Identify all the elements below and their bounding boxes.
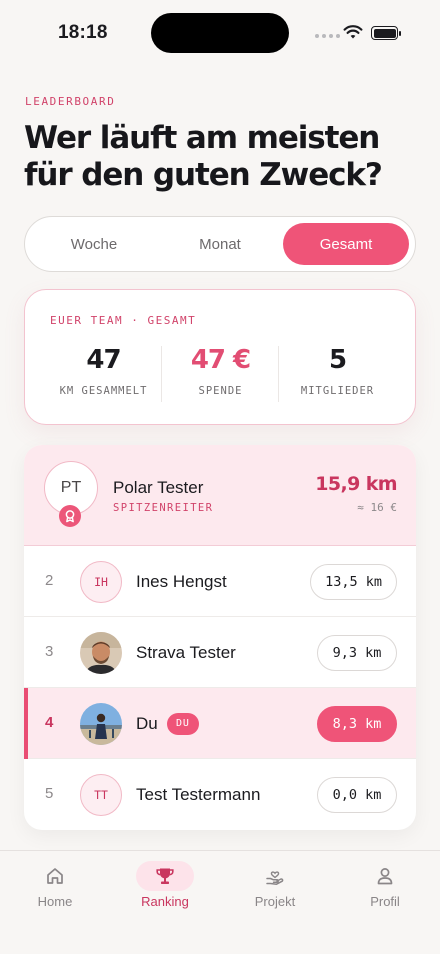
avatar-photo (80, 632, 122, 674)
participant-name: Du (136, 714, 158, 733)
leader-distance: 15,9 km (315, 473, 397, 495)
stat-members: 5 MITGLIEDER (279, 342, 396, 397)
distance-pill: 0,0 km (317, 777, 397, 813)
home-icon (47, 868, 63, 884)
tab-profil[interactable]: Profil (330, 859, 440, 923)
stat-value: 47 € (190, 345, 251, 375)
tab-monat[interactable]: Monat (157, 223, 283, 265)
dynamic-island (151, 13, 289, 53)
self-row-accent (24, 688, 28, 759)
rank-number: 3 (45, 643, 54, 660)
participant-name: Ines Hengst (136, 572, 227, 591)
wifi-icon (343, 25, 363, 39)
distance-pill: 8,3 km (317, 706, 397, 742)
trophy-icon (156, 868, 174, 884)
participant-name: Strava Tester (136, 643, 236, 662)
tab-label: Home (37, 894, 73, 909)
avatar-initials: TT (94, 788, 108, 802)
bottom-tab-bar: Home Ranking Projekt Profil (0, 850, 440, 954)
tab-label: Projekt (254, 894, 296, 909)
cellular-signal-icon (315, 34, 340, 38)
table-row[interactable]: 2 IH Ines Hengst 13,5 km (24, 546, 416, 617)
tab-ranking[interactable]: Ranking (110, 859, 220, 923)
table-row[interactable]: 3 Strava Tester 9,3 km (24, 617, 416, 688)
participant-name: Test Testermann (136, 785, 261, 804)
leader-row[interactable]: PT Polar Tester SPITZENREITER 15,9 km ≈ … (24, 445, 416, 546)
avatar-photo (80, 703, 122, 745)
stat-label: KM GESAMMELT (59, 385, 148, 397)
avatar: TT (80, 774, 122, 816)
battery-icon (371, 26, 401, 40)
tab-home[interactable]: Home (0, 859, 110, 923)
stat-donation: 47 € SPENDE (162, 342, 279, 397)
rank-number: 4 (45, 714, 54, 731)
hand-heart-icon (266, 871, 284, 885)
leader-name: Polar Tester (113, 478, 204, 497)
leaderboard-list: PT Polar Tester SPITZENREITER 15,9 km ≈ … (24, 445, 416, 830)
team-card-label: EUER TEAM · GESAMT (50, 314, 197, 327)
tab-label: Profil (370, 894, 400, 909)
stat-value: 5 (328, 345, 347, 375)
avatar-initials: IH (94, 575, 108, 589)
avatar-initials: PT (60, 479, 82, 496)
tab-gesamt[interactable]: Gesamt (283, 223, 409, 265)
rank-number: 2 (45, 572, 54, 589)
rank-number: 5 (45, 785, 54, 802)
tab-projekt[interactable]: Projekt (220, 859, 330, 923)
status-bar: 18:18 (0, 0, 440, 66)
section-eyebrow: LEADERBOARD (25, 95, 116, 108)
leader-donation: ≈ 16 € (357, 501, 397, 514)
tab-woche[interactable]: Woche (31, 223, 157, 265)
user-icon (377, 868, 393, 885)
tab-label: Ranking (141, 894, 189, 909)
table-row[interactable]: 5 TT Test Testermann 0,0 km (24, 759, 416, 830)
self-badge: DU (167, 713, 199, 735)
team-summary-card: EUER TEAM · GESAMT 47 KM GESAMMELT 47 € … (24, 289, 416, 425)
period-segmented-control: Woche Monat Gesamt (24, 216, 416, 272)
stat-label: SPENDE (198, 385, 243, 397)
table-row-self[interactable]: 4 Du DU 8,3 km (24, 688, 416, 759)
stat-value: 47 (86, 345, 121, 375)
stat-km: 47 KM GESAMMELT (45, 342, 162, 397)
distance-pill: 9,3 km (317, 635, 397, 671)
page-title: Wer läuft am meisten für den guten Zweck… (24, 120, 383, 193)
stat-label: MITGLIEDER (300, 385, 375, 397)
avatar: IH (80, 561, 122, 603)
status-time: 18:18 (58, 22, 108, 43)
medal-icon (59, 505, 81, 527)
leader-tag: SPITZENREITER (113, 502, 214, 514)
distance-pill: 13,5 km (310, 564, 397, 600)
